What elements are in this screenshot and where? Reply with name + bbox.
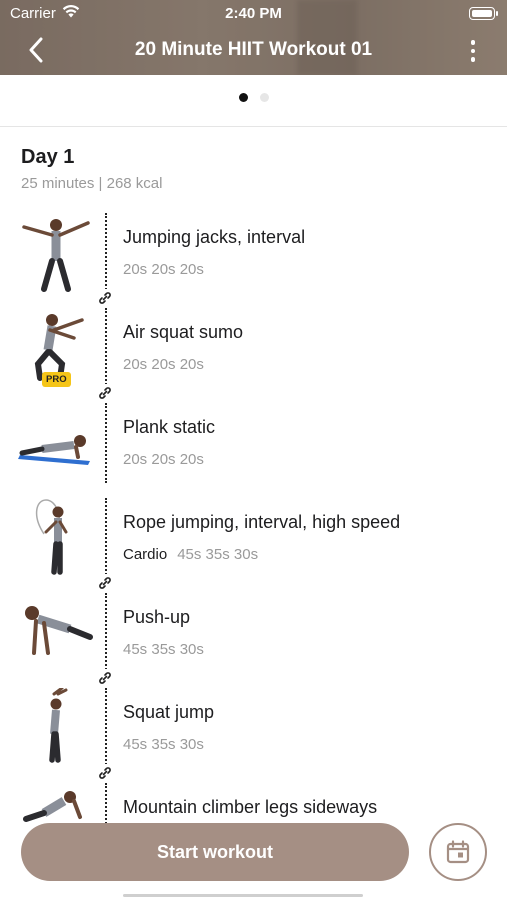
more-vertical-icon: [470, 40, 476, 45]
day-meta: 25 minutes | 268 kcal: [21, 175, 163, 192]
superset-line: [105, 213, 107, 293]
calendar-icon: [446, 840, 470, 864]
pro-badge: PRO: [42, 372, 71, 387]
exercise-sets: 20s 20s 20s: [123, 261, 204, 278]
page-title: 20 Minute HIIT Workout 01: [134, 39, 373, 60]
exercise-name: Jumping jacks, interval: [123, 227, 306, 247]
exercise-sets-values: 45s 35s 30s: [177, 546, 259, 563]
start-workout-button[interactable]: Start workout: [21, 823, 409, 881]
back-button[interactable]: [20, 34, 52, 66]
day-title: Day 1: [21, 146, 75, 168]
exercise-name: Air squat sumo: [123, 322, 244, 342]
chevron-left-icon: [29, 37, 43, 63]
header-banner: Carrier 2:40 PM 20 Minute HIIT Workout 0…: [0, 0, 507, 75]
page-indicator[interactable]: [0, 93, 507, 102]
nav-bar: 20 Minute HIIT Workout 01: [0, 30, 507, 72]
exercise-name: Push-up: [123, 607, 191, 627]
exercise-row[interactable]: PRO Air squat sumo 20s 20s 20s: [0, 300, 507, 402]
page-dot-2[interactable]: [259, 93, 269, 102]
exercise-name: Plank static: [123, 417, 216, 437]
exercise-row[interactable]: Rope jumping, interval, high speed Cardi…: [0, 490, 507, 592]
divider: [0, 126, 507, 127]
exercise-list: Jumping jacks, interval 20s 20s 20s PRO …: [0, 205, 507, 870]
exercise-tag: Cardio: [123, 546, 168, 563]
superset-line: [105, 688, 107, 768]
next-exercise-peek: [123, 888, 373, 900]
superset-line: [105, 403, 107, 483]
exercise-sets: 45s 35s 30s: [123, 641, 204, 658]
exercise-sets: 20s 20s 20s: [123, 451, 204, 468]
exercise-sets: 45s 35s 30s: [123, 736, 204, 753]
status-bar: Carrier 2:40 PM: [0, 0, 507, 28]
exercise-name: Mountain climber legs sideways: [123, 797, 378, 817]
more-button[interactable]: [463, 36, 483, 66]
exercise-name: Rope jumping, interval, high speed: [123, 512, 401, 532]
page-dot-1[interactable]: [238, 93, 248, 102]
exercise-thumbnail: [18, 403, 94, 483]
superset-line: [105, 593, 107, 673]
exercise-row[interactable]: Jumping jacks, interval 20s 20s 20s: [0, 205, 507, 307]
calendar-button[interactable]: [429, 823, 487, 881]
exercise-thumbnail: [18, 498, 94, 578]
status-time: 2:40 PM: [225, 5, 282, 22]
exercise-thumbnail: [18, 213, 94, 293]
exercise-thumbnail: [18, 686, 94, 768]
exercise-row[interactable]: Push-up 45s 35s 30s: [0, 585, 507, 687]
exercise-name: Squat jump: [123, 702, 215, 722]
exercise-sets: Cardio 45s 35s 30s: [123, 546, 258, 563]
exercise-sets: 20s 20s 20s: [123, 356, 204, 373]
superset-line: [105, 308, 107, 388]
exercise-row[interactable]: Plank static 20s 20s 20s: [0, 395, 507, 490]
superset-line: [105, 498, 107, 578]
battery-icon: [469, 7, 498, 20]
exercise-row[interactable]: Squat jump 45s 35s 30s: [0, 680, 507, 782]
exercise-thumbnail: [18, 593, 94, 673]
